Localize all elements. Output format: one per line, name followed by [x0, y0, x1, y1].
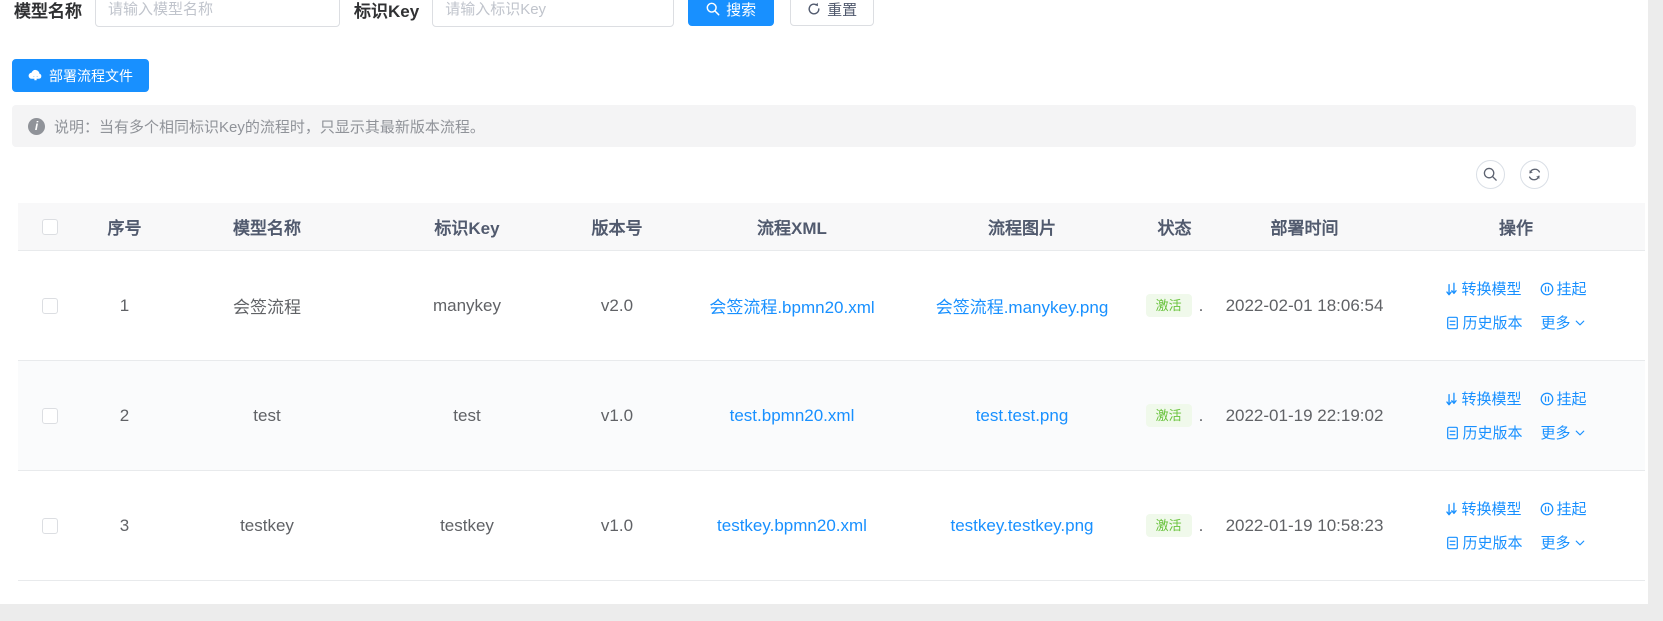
- right-gutter: [1648, 0, 1663, 621]
- key-input[interactable]: [432, 0, 674, 27]
- status-dot: .: [1199, 516, 1204, 536]
- notice-banner: i 说明：当有多个相同标识Key的流程时，只显示其最新版本流程。: [12, 105, 1636, 147]
- toggle-search-button[interactable]: [1476, 160, 1505, 189]
- table-row: 1 会签流程 manykey v2.0 会签流程.bpmn20.xml 会签流程…: [18, 251, 1645, 361]
- search-form: 模型名称 标识Key 搜索 重置: [0, 0, 1648, 34]
- row-index: 1: [82, 251, 167, 360]
- history-version-link[interactable]: 历史版本: [1446, 312, 1522, 333]
- header-image: 流程图片: [917, 203, 1127, 250]
- chevron-down-icon: [1574, 317, 1586, 329]
- table-header-row: 序号 模型名称 标识Key 版本号 流程XML 流程图片 状态 部署时间 操作: [18, 203, 1645, 251]
- image-file-link[interactable]: test.test.png: [976, 406, 1069, 426]
- pause-circle-icon: [1540, 392, 1554, 406]
- history-version-link[interactable]: 历史版本: [1446, 422, 1522, 443]
- status-dot: .: [1199, 406, 1204, 426]
- suspend-link[interactable]: 挂起: [1540, 388, 1587, 409]
- header-actions: 操作: [1387, 203, 1645, 250]
- row-checkbox[interactable]: [42, 408, 58, 424]
- status-badge: 激活: [1146, 404, 1192, 427]
- history-version-link[interactable]: 历史版本: [1446, 532, 1522, 553]
- refresh-table-button[interactable]: [1520, 160, 1549, 189]
- sort-arrows-icon: [1445, 282, 1458, 296]
- sort-arrows-icon: [1445, 502, 1458, 516]
- notice-text: 说明：当有多个相同标识Key的流程时，只显示其最新版本流程。: [54, 116, 485, 137]
- version-cell: v1.0: [567, 471, 667, 580]
- refresh-icon: [1527, 167, 1542, 182]
- xml-file-link[interactable]: 会签流程.bpmn20.xml: [709, 293, 874, 318]
- process-table: 序号 模型名称 标识Key 版本号 流程XML 流程图片 状态 部署时间 操作 …: [18, 203, 1645, 581]
- header-index: 序号: [82, 203, 167, 250]
- select-all-checkbox[interactable]: [42, 219, 58, 235]
- document-icon: [1446, 316, 1459, 330]
- image-file-link[interactable]: 会签流程.manykey.png: [936, 293, 1109, 318]
- model-name-input[interactable]: [95, 0, 340, 27]
- info-icon: i: [28, 118, 45, 135]
- key-cell: testkey: [367, 471, 567, 580]
- header-deploy-time: 部署时间: [1222, 203, 1387, 250]
- deploy-process-button[interactable]: 部署流程文件: [12, 59, 149, 92]
- key-cell: test: [367, 361, 567, 470]
- header-version: 版本号: [567, 203, 667, 250]
- suspend-link[interactable]: 挂起: [1540, 498, 1587, 519]
- chevron-down-icon: [1574, 427, 1586, 439]
- upload-cloud-icon: [28, 68, 43, 83]
- row-checkbox[interactable]: [42, 518, 58, 534]
- refresh-icon: [807, 2, 821, 16]
- row-index: 2: [82, 361, 167, 470]
- model-name-cell: test: [167, 361, 367, 470]
- bottom-gutter: [0, 604, 1663, 621]
- convert-model-link[interactable]: 转换模型: [1445, 278, 1521, 299]
- deploy-time-cell: 2022-01-19 10:58:23: [1222, 471, 1387, 580]
- sort-arrows-icon: [1445, 392, 1458, 406]
- chevron-down-icon: [1574, 537, 1586, 549]
- table-row: 2 test test v1.0 test.bpmn20.xml test.te…: [18, 361, 1645, 471]
- header-xml: 流程XML: [667, 203, 917, 250]
- model-name-cell: 会签流程: [167, 251, 367, 360]
- status-badge: 激活: [1146, 294, 1192, 317]
- header-model-name: 模型名称: [167, 203, 367, 250]
- xml-file-link[interactable]: test.bpmn20.xml: [730, 406, 855, 426]
- more-dropdown[interactable]: 更多: [1541, 312, 1586, 333]
- search-button[interactable]: 搜索: [688, 0, 774, 26]
- key-cell: manykey: [367, 251, 567, 360]
- status-dot: .: [1199, 296, 1204, 316]
- version-cell: v1.0: [567, 361, 667, 470]
- header-key: 标识Key: [367, 203, 567, 250]
- search-icon: [1483, 167, 1498, 182]
- search-icon: [706, 2, 720, 16]
- document-icon: [1446, 426, 1459, 440]
- row-checkbox[interactable]: [42, 298, 58, 314]
- deploy-time-cell: 2022-01-19 22:19:02: [1222, 361, 1387, 470]
- table-toolbar: [1476, 160, 1549, 189]
- document-icon: [1446, 536, 1459, 550]
- version-cell: v2.0: [567, 251, 667, 360]
- xml-file-link[interactable]: testkey.bpmn20.xml: [717, 516, 867, 536]
- convert-model-link[interactable]: 转换模型: [1445, 498, 1521, 519]
- key-label: 标识Key: [354, 0, 419, 22]
- row-index: 3: [82, 471, 167, 580]
- image-file-link[interactable]: testkey.testkey.png: [951, 516, 1094, 536]
- header-status: 状态: [1127, 203, 1222, 250]
- pause-circle-icon: [1540, 502, 1554, 516]
- model-name-label: 模型名称: [14, 0, 82, 22]
- table-row: 3 testkey testkey v1.0 testkey.bpmn20.xm…: [18, 471, 1645, 581]
- more-dropdown[interactable]: 更多: [1541, 532, 1586, 553]
- convert-model-link[interactable]: 转换模型: [1445, 388, 1521, 409]
- deploy-time-cell: 2022-02-01 18:06:54: [1222, 251, 1387, 360]
- reset-button[interactable]: 重置: [790, 0, 874, 26]
- pause-circle-icon: [1540, 282, 1554, 296]
- more-dropdown[interactable]: 更多: [1541, 422, 1586, 443]
- suspend-link[interactable]: 挂起: [1540, 278, 1587, 299]
- status-badge: 激活: [1146, 514, 1192, 537]
- model-name-cell: testkey: [167, 471, 367, 580]
